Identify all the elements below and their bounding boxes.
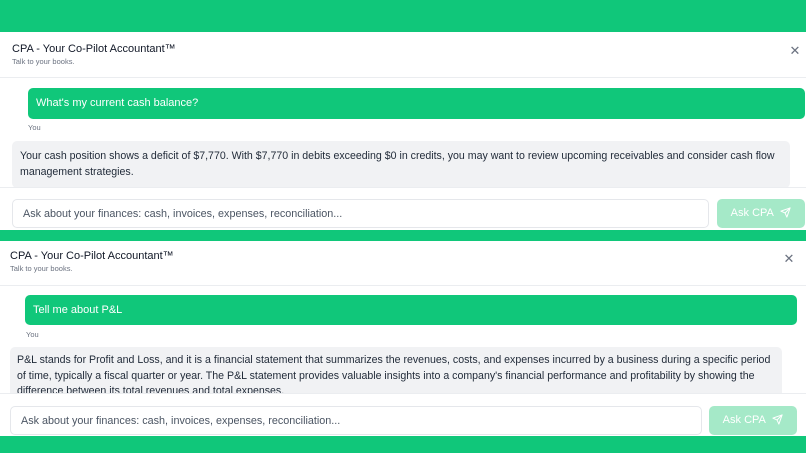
assistant-message: Your cash position shows a deficit of $7… — [12, 141, 790, 187]
chat-panel-2: CPA - Your Co-Pilot Accountant™ Talk to … — [0, 241, 806, 436]
question-input[interactable] — [10, 406, 702, 435]
input-bar: Ask CPA — [0, 187, 806, 230]
ask-cpa-label: Ask CPA — [730, 207, 774, 219]
question-input[interactable] — [12, 199, 709, 228]
chat-title: CPA - Your Co-Pilot Accountant™ — [10, 250, 174, 262]
chat-header: CPA - Your Co-Pilot Accountant™ Talk to … — [0, 32, 806, 78]
close-icon[interactable]: ✕ — [782, 252, 796, 266]
ask-cpa-button[interactable]: Ask CPA — [709, 406, 797, 435]
user-label: You — [28, 123, 41, 132]
user-message: What's my current cash balance? — [28, 88, 805, 119]
user-message: Tell me about P&L — [25, 295, 797, 325]
send-icon — [772, 414, 783, 425]
ask-cpa-button[interactable]: Ask CPA — [717, 199, 805, 228]
ask-cpa-label: Ask CPA — [722, 414, 766, 426]
send-icon — [780, 207, 791, 218]
chat-subtitle: Talk to your books. — [12, 57, 75, 66]
close-icon[interactable]: ✕ — [788, 44, 802, 58]
chat-title: CPA - Your Co-Pilot Accountant™ — [12, 43, 176, 55]
chat-subtitle: Talk to your books. — [10, 264, 73, 273]
chat-panel-1: CPA - Your Co-Pilot Accountant™ Talk to … — [0, 32, 806, 230]
message-list: What's my current cash balance? You Your… — [0, 78, 806, 187]
assistant-message: P&L stands for Profit and Loss, and it i… — [10, 347, 782, 395]
user-label: You — [26, 330, 39, 339]
message-list: Tell me about P&L You P&L stands for Pro… — [0, 286, 806, 395]
input-bar: Ask CPA — [0, 393, 806, 436]
chat-header: CPA - Your Co-Pilot Accountant™ Talk to … — [0, 241, 806, 286]
